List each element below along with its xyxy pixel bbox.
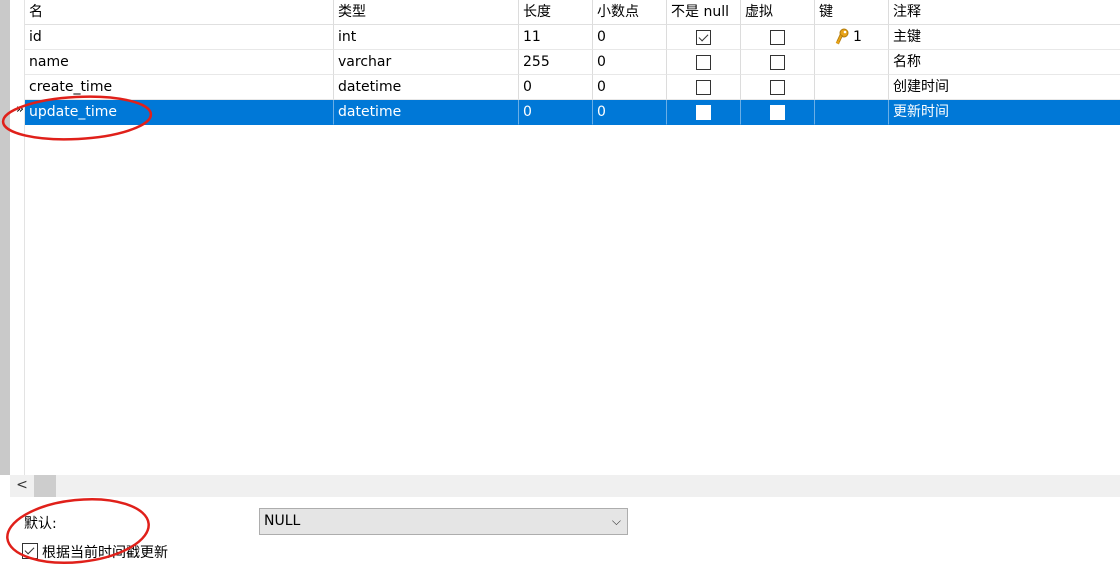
column-header-key[interactable]: 键 xyxy=(815,0,889,25)
field-row-name[interactable]: name varchar 255 0 名称 xyxy=(25,50,1120,75)
field-comment-cell[interactable]: 更新时间 xyxy=(889,100,1120,125)
column-header-length[interactable]: 长度 xyxy=(519,0,593,25)
field-name-cell[interactable]: create_time xyxy=(25,75,334,100)
grid-header-row: 名 类型 长度 小数点 不是 null 虚拟 键 注释 xyxy=(25,0,1120,25)
virtual-cell xyxy=(741,75,815,100)
virtual-checkbox[interactable] xyxy=(769,30,785,45)
key-index: 1 xyxy=(853,29,862,45)
field-comment-cell[interactable]: 创建时间 xyxy=(889,75,1120,100)
not-null-cell xyxy=(667,100,741,125)
field-length-cell[interactable]: 255 xyxy=(519,50,593,75)
row-selector-gutter[interactable] xyxy=(10,0,25,475)
not-null-cell xyxy=(667,25,741,50)
virtual-checkbox[interactable] xyxy=(769,55,785,70)
field-name-cell[interactable]: update_time xyxy=(25,100,334,125)
column-header-type[interactable]: 类型 xyxy=(334,0,519,25)
field-decimals-cell[interactable]: 0 xyxy=(593,100,667,125)
not-null-cell xyxy=(667,75,741,100)
column-header-decimals[interactable]: 小数点 xyxy=(593,0,667,25)
column-header-virtual[interactable]: 虚拟 xyxy=(741,0,815,25)
key-cell[interactable] xyxy=(815,100,889,125)
key-cell[interactable]: 1 xyxy=(815,25,889,50)
virtual-checkbox[interactable] xyxy=(769,80,785,95)
default-value-text: NULL xyxy=(264,513,301,529)
field-length-cell[interactable]: 11 xyxy=(519,25,593,50)
field-type-cell[interactable]: datetime xyxy=(334,75,519,100)
scroll-left-arrow-icon[interactable]: < xyxy=(10,475,34,497)
field-type-cell[interactable]: datetime xyxy=(334,100,519,125)
key-icon xyxy=(835,28,849,45)
left-edge-strip xyxy=(0,0,10,475)
field-comment-cell[interactable]: 主键 xyxy=(889,25,1120,50)
field-type-cell[interactable]: int xyxy=(334,25,519,50)
field-name-cell[interactable]: name xyxy=(25,50,334,75)
key-cell[interactable] xyxy=(815,75,889,100)
virtual-cell xyxy=(741,25,815,50)
virtual-cell xyxy=(741,50,815,75)
not-null-checkbox[interactable] xyxy=(695,80,711,95)
field-length-cell[interactable]: 0 xyxy=(519,75,593,100)
field-row-create-time[interactable]: create_time datetime 0 0 创建时间 xyxy=(25,75,1120,100)
on-update-label: 根据当前时间戳更新 xyxy=(42,545,168,561)
field-row-update-time[interactable]: update_time datetime 0 0 更新时间 xyxy=(25,100,1120,125)
field-comment-cell[interactable]: 名称 xyxy=(889,50,1120,75)
default-value-select[interactable]: NULL ⌵ xyxy=(259,508,628,535)
field-decimals-cell[interactable]: 0 xyxy=(593,75,667,100)
column-header-name[interactable]: 名 xyxy=(25,0,334,25)
fields-grid: 名 类型 长度 小数点 不是 null 虚拟 键 注释 id int 11 0 … xyxy=(25,0,1120,475)
key-cell[interactable] xyxy=(815,50,889,75)
not-null-checkbox[interactable] xyxy=(695,105,711,120)
not-null-checkbox[interactable] xyxy=(695,55,711,70)
column-header-comment[interactable]: 注释 xyxy=(889,0,1120,25)
field-type-cell[interactable]: varchar xyxy=(334,50,519,75)
column-header-not-null[interactable]: 不是 null xyxy=(667,0,741,25)
horizontal-scrollbar[interactable]: < xyxy=(10,475,1120,497)
field-row-id[interactable]: id int 11 0 1 主键 xyxy=(25,25,1120,50)
field-properties-panel: 默认: NULL ⌵ 根据当前时间戳更新 xyxy=(0,497,1120,567)
not-null-cell xyxy=(667,50,741,75)
field-decimals-cell[interactable]: 0 xyxy=(593,50,667,75)
field-decimals-cell[interactable]: 0 xyxy=(593,25,667,50)
field-length-cell[interactable]: 0 xyxy=(519,100,593,125)
default-value-label: 默认: xyxy=(24,516,57,532)
virtual-cell xyxy=(741,100,815,125)
field-name-cell[interactable]: id xyxy=(25,25,334,50)
on-update-checkbox[interactable] xyxy=(22,543,38,559)
not-null-checkbox[interactable] xyxy=(695,30,711,45)
virtual-checkbox[interactable] xyxy=(769,105,785,120)
chevron-down-icon: ⌵ xyxy=(611,514,621,528)
scrollbar-thumb[interactable] xyxy=(34,475,56,497)
